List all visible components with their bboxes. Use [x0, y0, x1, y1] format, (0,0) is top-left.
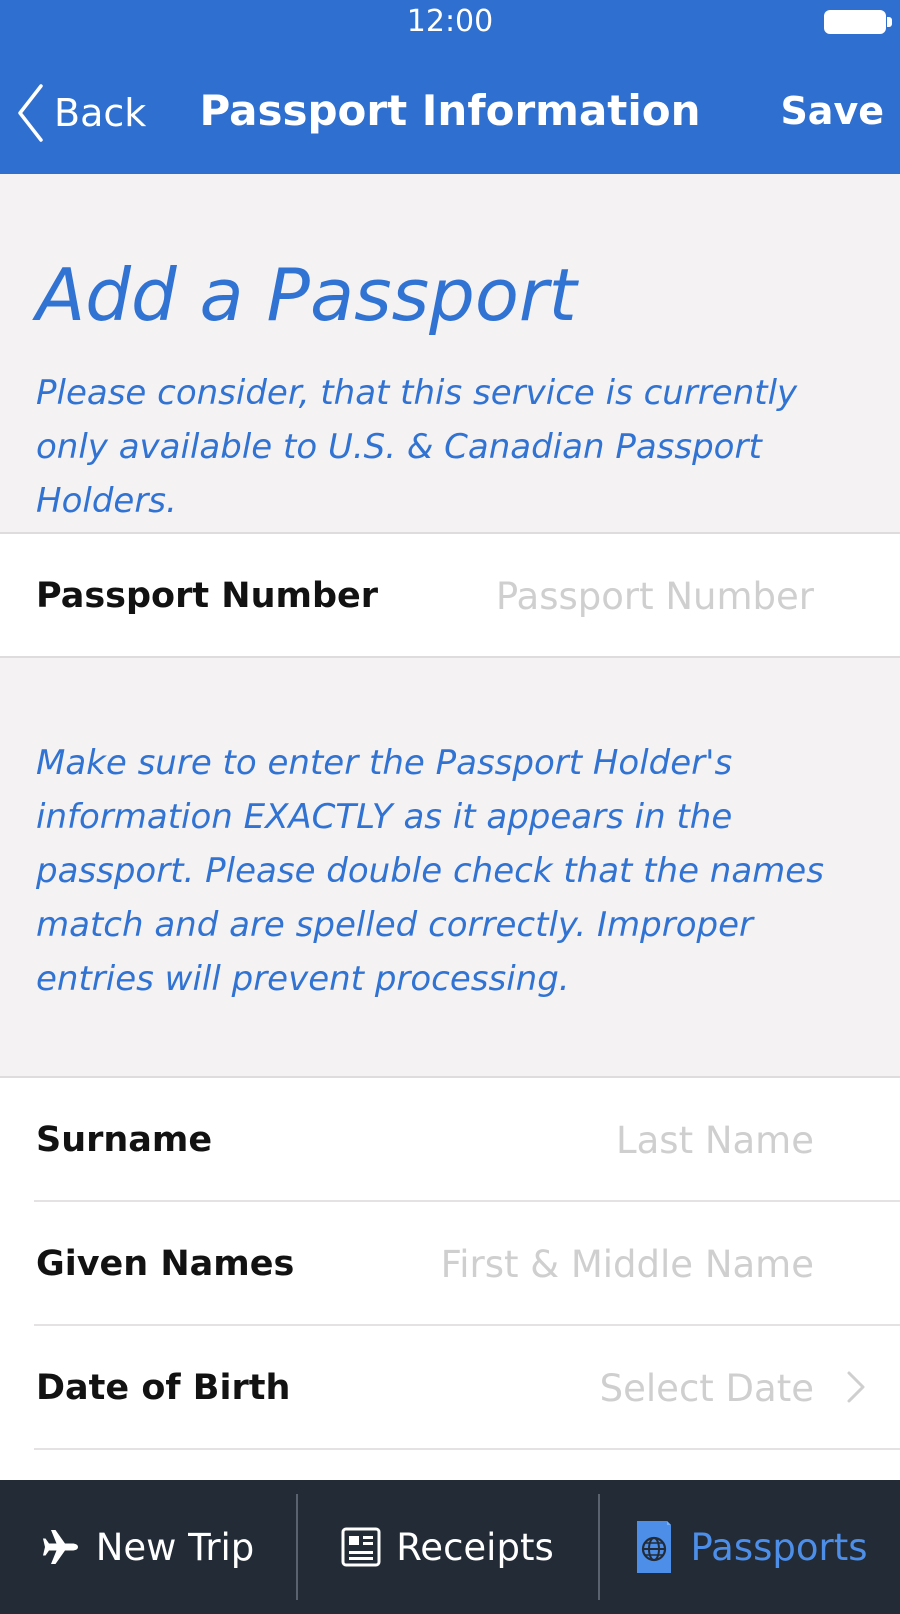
passport-icon: [636, 1521, 671, 1573]
receipt-icon: [341, 1527, 381, 1567]
save-button[interactable]: Save: [780, 84, 884, 138]
passport-number-section: Passport Number: [0, 532, 900, 658]
given-names-input[interactable]: [394, 1236, 814, 1292]
availability-notice: Please consider, that this service is cu…: [36, 373, 798, 521]
chevron-left-icon: [18, 84, 43, 142]
surname-input[interactable]: [434, 1112, 814, 1168]
navigation-header: 12:00 Back Passport Information Save: [0, 0, 900, 174]
date-of-birth-label: Date of Birth: [36, 1368, 291, 1408]
date-of-birth-value[interactable]: Select Date: [600, 1366, 814, 1412]
battery-icon: [824, 10, 892, 34]
passport-holder-section: Surname Given Names Date of Birth Select…: [0, 1076, 900, 1480]
tab-divider: [598, 1494, 600, 1600]
add-passport-heading: Add a Passport: [36, 253, 577, 337]
given-names-label: Given Names: [36, 1244, 295, 1284]
passport-number-input[interactable]: [434, 568, 814, 624]
tab-passports-label: Passports: [690, 1525, 868, 1569]
airplane-icon: [42, 1530, 78, 1564]
passport-number-row[interactable]: Passport Number: [0, 534, 900, 656]
date-of-birth-row[interactable]: Date of Birth Select Date: [0, 1326, 900, 1450]
chevron-right-icon: [847, 1371, 865, 1403]
tab-new-trip[interactable]: New Trip: [0, 1480, 296, 1614]
tab-receipts[interactable]: Receipts: [296, 1480, 598, 1614]
bottom-tab-bar: New Trip Receipts Passports: [0, 1480, 900, 1614]
surname-row[interactable]: Surname: [0, 1078, 900, 1202]
passport-information-screen: 12:00 Back Passport Information Save Add…: [0, 0, 900, 1614]
back-button[interactable]: Back: [16, 80, 146, 146]
status-time: 12:00: [406, 4, 494, 39]
given-names-row[interactable]: Given Names: [0, 1202, 900, 1326]
tab-new-trip-label: New Trip: [95, 1525, 255, 1569]
tab-passports[interactable]: Passports: [598, 1480, 900, 1614]
passport-number-label: Passport Number: [36, 576, 379, 616]
tab-receipts-label: Receipts: [396, 1525, 554, 1569]
back-button-label: Back: [54, 91, 147, 135]
surname-label: Surname: [36, 1120, 213, 1160]
instructions-notice: Make sure to enter the Passport Holder's…: [36, 743, 824, 999]
tab-divider: [296, 1494, 298, 1600]
